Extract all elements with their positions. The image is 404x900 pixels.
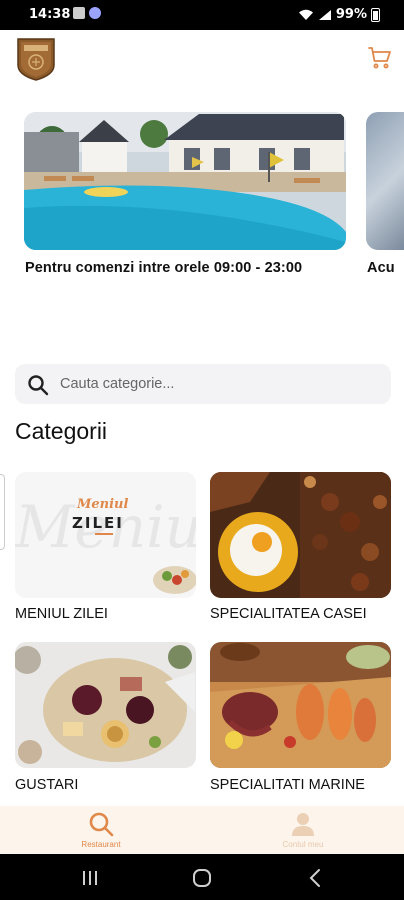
screen: 14:38 99% Pentru comenzi intre orele 09:… [0,0,404,900]
system-nav-bar [0,854,404,900]
categories-title: Categorii [15,418,108,444]
nav-label: Contul meu [282,840,324,849]
search-icon [28,375,49,396]
nav-restaurant[interactable]: Restaurant [0,806,202,854]
search-icon [89,812,114,837]
search-input[interactable] [60,364,380,404]
category-card-specialitati-marine[interactable] [210,642,391,768]
category-label: MENIUL ZILEI [15,606,108,622]
nav-label: Restaurant [81,840,121,849]
status-bar: 14:38 99% [0,0,404,30]
home-icon[interactable] [191,867,213,889]
meniul-script: Meniul [76,497,129,512]
category-card-meniul-zilei[interactable]: Meniu Meniul ZILEI [15,472,196,598]
banner-resort[interactable] [24,112,346,250]
specialitatea-casei-image [210,472,391,598]
status-time: 14:38 [29,7,71,22]
resort-pool-image [24,112,346,250]
meniul-zilei-image: Meniu Meniul ZILEI [15,472,196,598]
banner-caption-next: Acu [367,260,395,276]
specialitati-marine-image [210,642,391,768]
wifi-icon [298,9,313,20]
cart-icon[interactable] [368,46,392,70]
category-label: GUSTARI [15,777,79,793]
gustari-image [15,642,196,768]
banner-caption: Pentru comenzi intre orele 09:00 - 23:00 [25,260,303,276]
app-notification-icon [89,7,101,19]
notification-icon [73,7,85,19]
category-card-gustari[interactable] [15,642,196,768]
restaurant-crest-logo[interactable] [14,35,58,81]
side-handle[interactable] [0,474,5,550]
nav-contul-meu[interactable]: Contul meu [202,806,404,854]
battery-icon [371,7,380,22]
signal-icon [318,9,331,20]
recent-apps-icon[interactable] [79,867,101,889]
back-icon[interactable] [305,867,327,889]
banner-next[interactable] [366,112,404,250]
category-card-specialitatea-casei[interactable] [210,472,391,598]
category-label: SPECIALITATI MARINE [210,777,365,793]
zilei-text: ZILEI [72,514,124,532]
bottom-nav: Restaurant Contul meu [0,806,404,854]
battery-percent: 99% [335,7,367,22]
user-icon [292,813,314,836]
search-bar[interactable] [15,364,391,404]
category-label: SPECIALITATEA CASEI [210,606,367,622]
